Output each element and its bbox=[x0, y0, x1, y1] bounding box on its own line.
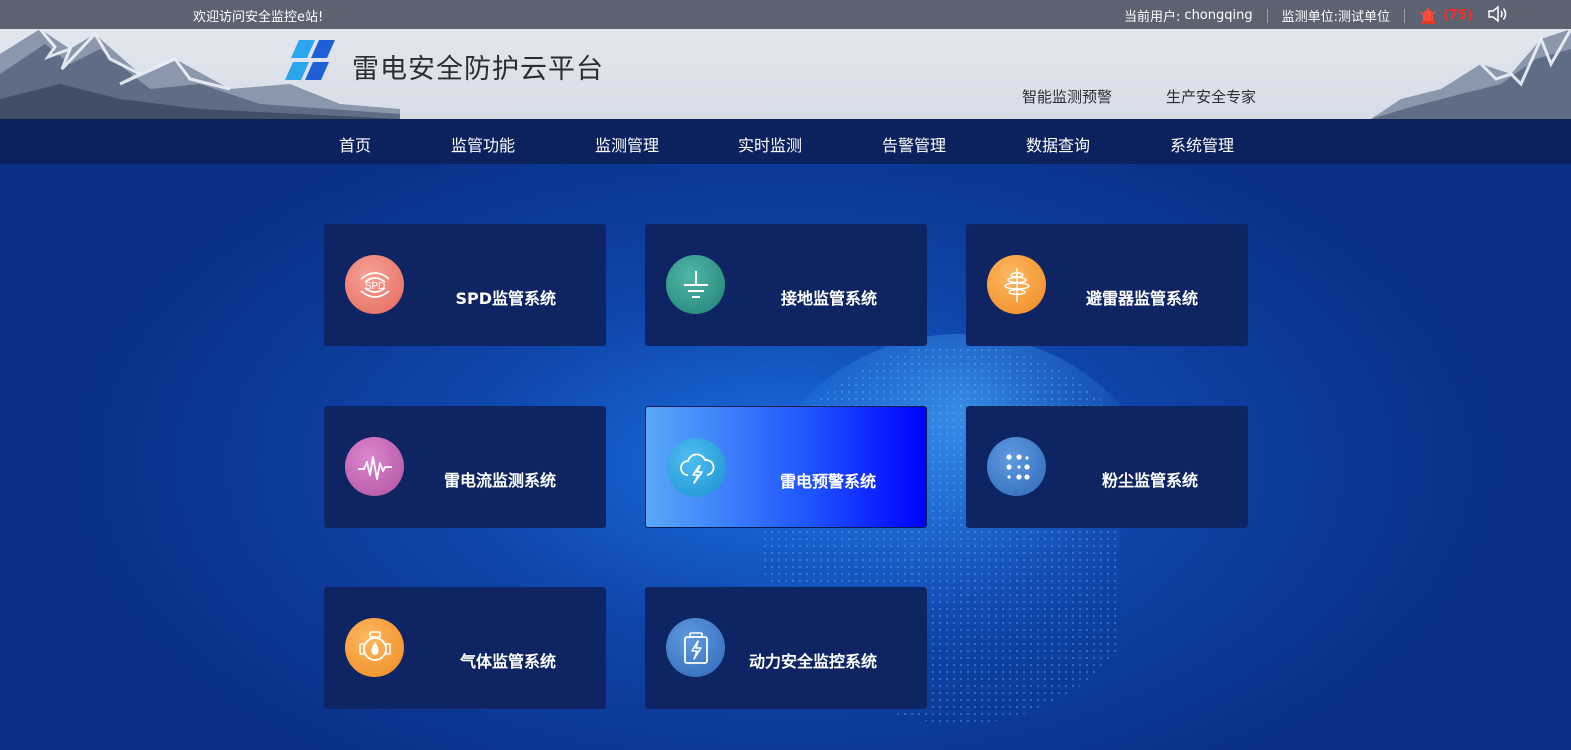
user-info: 当前用户: chongqing 监测单位: 测试单位 (75) bbox=[1124, 6, 1473, 25]
platform-title: 雷电安全防护云平台 bbox=[352, 54, 604, 85]
top-info-bar: 欢迎访问安全监控e站! 当前用户: chongqing 监测单位: 测试单位 (… bbox=[0, 0, 1571, 29]
nav-system-management[interactable]: 系统管理 bbox=[1170, 132, 1234, 156]
card-gas-system[interactable]: 气体监管系统 bbox=[324, 587, 606, 709]
main-content: SPD SPD监管系统 接地监管系统 避雷器监管系统 雷电流监测系统 雷电预警系… bbox=[0, 164, 1571, 750]
card-label: 气体监管系统 bbox=[459, 652, 556, 671]
gas-icon bbox=[345, 618, 404, 677]
ground-icon bbox=[666, 255, 725, 314]
alarm-siren-icon bbox=[1419, 7, 1436, 24]
current-user-label: 当前用户: bbox=[1124, 10, 1181, 25]
card-power-safety-system[interactable]: 动力安全监控系统 bbox=[645, 587, 927, 709]
card-label: 动力安全监控系统 bbox=[748, 652, 877, 671]
card-label: 避雷器监管系统 bbox=[1085, 289, 1198, 308]
spd-icon: SPD bbox=[345, 255, 404, 314]
welcome-text: 欢迎访问安全监控e站! bbox=[193, 10, 324, 25]
nav-alarm-management[interactable]: 告警管理 bbox=[882, 132, 946, 156]
alarm-count: (75) bbox=[1443, 8, 1473, 23]
card-spd-system[interactable]: SPD SPD监管系统 bbox=[324, 224, 606, 346]
card-label: 雷电流监测系统 bbox=[443, 471, 556, 490]
link-intelligent-monitoring[interactable]: 智能监测预警 bbox=[1022, 86, 1112, 107]
arrester-icon bbox=[987, 255, 1046, 314]
dots-icon bbox=[987, 437, 1046, 496]
nav-home[interactable]: 首页 bbox=[339, 132, 371, 156]
link-safety-expert[interactable]: 生产安全专家 bbox=[1166, 86, 1256, 107]
nav-data-query[interactable]: 数据查询 bbox=[1026, 132, 1090, 156]
unit-label: 监测单位: bbox=[1281, 10, 1338, 25]
card-grounding-system[interactable]: 接地监管系统 bbox=[645, 224, 927, 346]
svg-text:SPD: SPD bbox=[364, 281, 385, 292]
card-label: 粉尘监管系统 bbox=[1101, 471, 1198, 490]
alarm-indicator[interactable]: (75) bbox=[1419, 7, 1473, 25]
mountain-right-decoration bbox=[1371, 29, 1571, 119]
platform-logo-icon bbox=[285, 40, 335, 80]
card-lightning-warning-system[interactable]: 雷电预警系统 bbox=[645, 406, 927, 528]
card-dust-system[interactable]: 粉尘监管系统 bbox=[966, 406, 1248, 528]
nav-realtime-monitoring[interactable]: 实时监测 bbox=[738, 132, 802, 156]
unit-value: 测试单位 bbox=[1338, 10, 1391, 25]
battery-icon bbox=[666, 618, 725, 677]
card-label: SPD监管系统 bbox=[455, 289, 556, 308]
storm-cloud-icon bbox=[667, 438, 726, 497]
card-arrester-system[interactable]: 避雷器监管系统 bbox=[966, 224, 1248, 346]
header-banner: 雷电安全防护云平台 智能监测预警 生产安全专家 bbox=[0, 29, 1571, 119]
nav-supervision[interactable]: 监管功能 bbox=[451, 132, 515, 156]
main-nav: 首页 监管功能 监测管理 实时监测 告警管理 数据查询 系统管理 bbox=[0, 119, 1571, 164]
card-lightning-current-system[interactable]: 雷电流监测系统 bbox=[324, 406, 606, 528]
speaker-icon[interactable] bbox=[1487, 4, 1509, 24]
nav-monitoring-management[interactable]: 监测管理 bbox=[595, 132, 659, 156]
card-label: 接地监管系统 bbox=[780, 289, 877, 308]
divider bbox=[1404, 8, 1406, 23]
current-user: chongqing bbox=[1184, 8, 1253, 23]
divider bbox=[1266, 8, 1268, 23]
waveform-icon bbox=[345, 437, 404, 496]
mountain-left-decoration bbox=[0, 29, 400, 119]
card-label: 雷电预警系统 bbox=[779, 472, 876, 491]
